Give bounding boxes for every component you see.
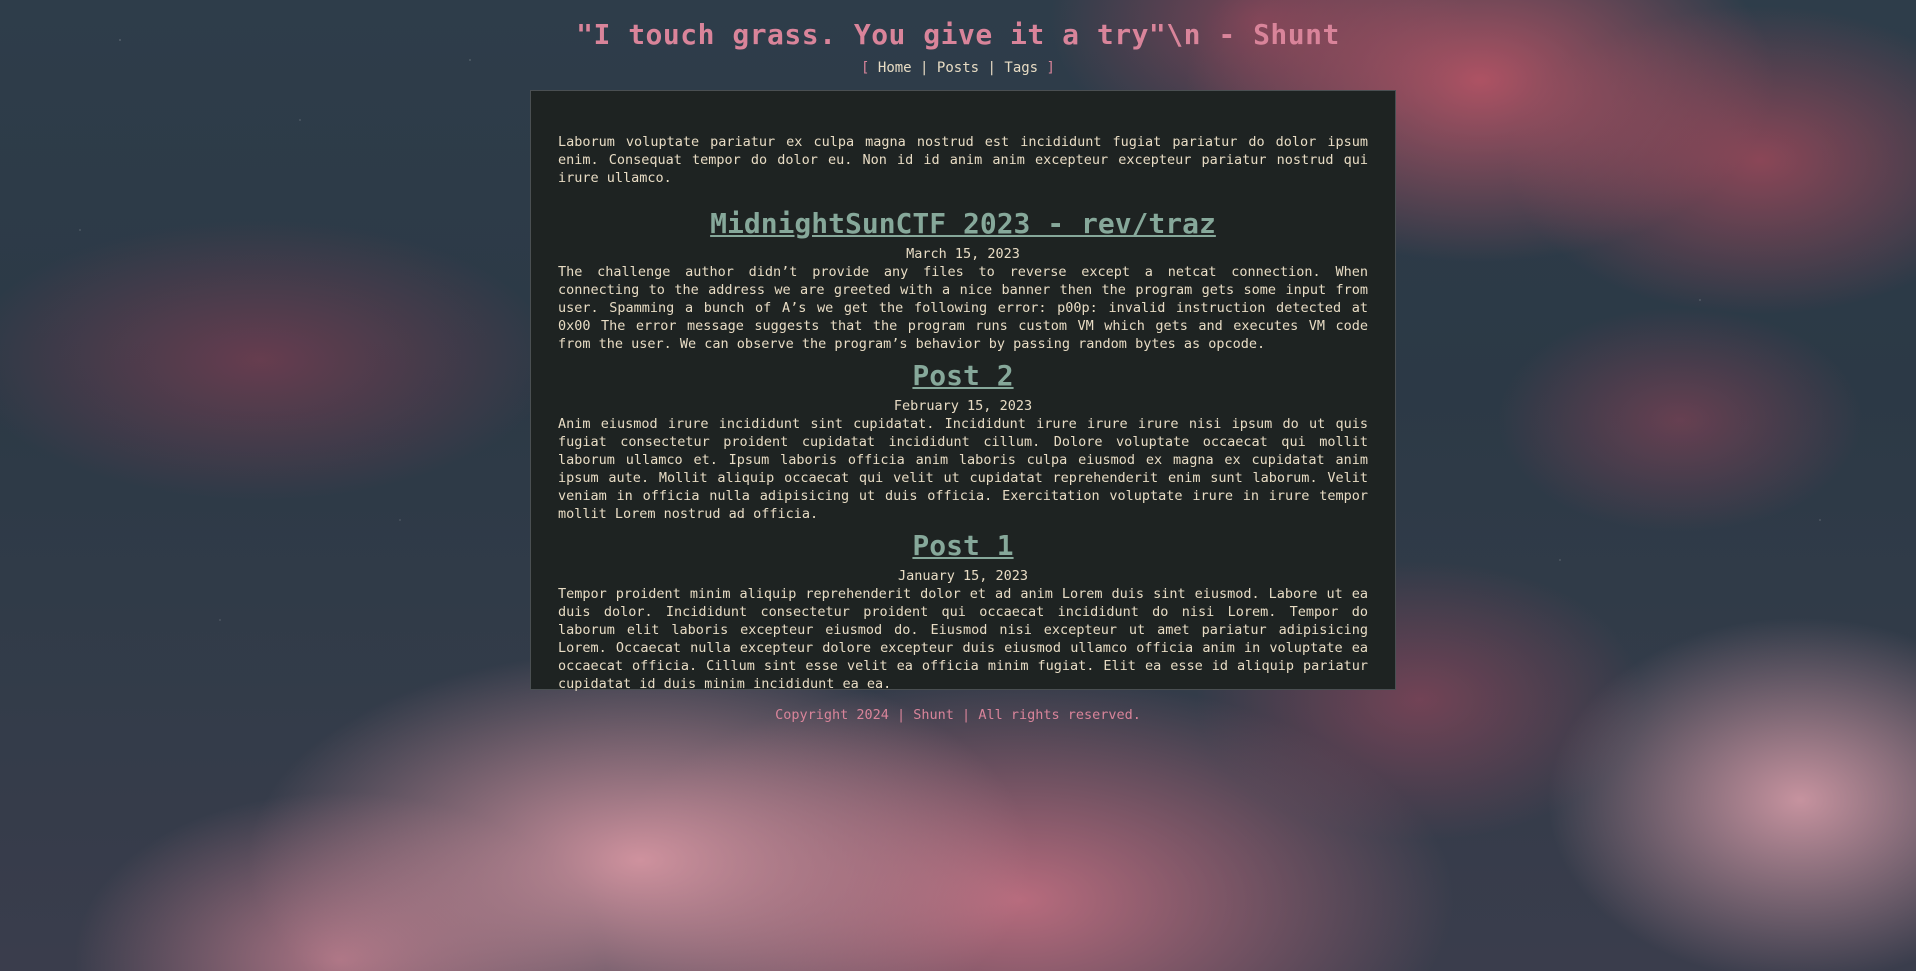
intro-text: Laborum voluptate pariatur ex culpa magn… (558, 134, 1368, 186)
post-title-link[interactable]: Post 1 (558, 529, 1368, 563)
post-summary: The challenge author didn’t provide any … (558, 264, 1368, 352)
nav-bracket-close: ] (1046, 60, 1055, 76)
site-header: "I touch grass. You give it a try"\n - S… (0, 14, 1916, 78)
post-title-link[interactable]: Post 2 (558, 359, 1368, 393)
nav-separator: | (987, 60, 996, 76)
post-date: March 15, 2023 (906, 246, 1020, 262)
main-nav: [ Home | Posts | Tags ] (0, 58, 1916, 78)
nav-tags-link[interactable]: Tags (1004, 60, 1038, 76)
nav-bracket-open: [ (861, 60, 870, 76)
post-item: MidnightSunCTF 2023 - rev/traz March 15,… (558, 207, 1368, 353)
post-item: Post 2 February 15, 2023 Anim eiusmod ir… (558, 359, 1368, 523)
post-summary: Tempor proident minim aliquip reprehende… (558, 586, 1368, 692)
post-item: Post 1 January 15, 2023 Tempor proident … (558, 529, 1368, 693)
content-panel: Laborum voluptate pariatur ex culpa magn… (530, 90, 1396, 693)
site-footer: Copyright 2024 | Shunt | All rights rese… (775, 707, 1141, 723)
post-date: February 15, 2023 (893, 398, 1033, 414)
post-date: January 15, 2023 (897, 568, 1029, 584)
nav-posts-link[interactable]: Posts (937, 60, 979, 76)
nav-home-link[interactable]: Home (878, 60, 912, 76)
post-title-link[interactable]: MidnightSunCTF 2023 - rev/traz (558, 207, 1368, 241)
post-summary: Anim eiusmod irure incididunt sint cupid… (558, 416, 1368, 522)
nav-separator: | (920, 60, 929, 76)
site-title: "I touch grass. You give it a try"\n - S… (576, 18, 1340, 51)
